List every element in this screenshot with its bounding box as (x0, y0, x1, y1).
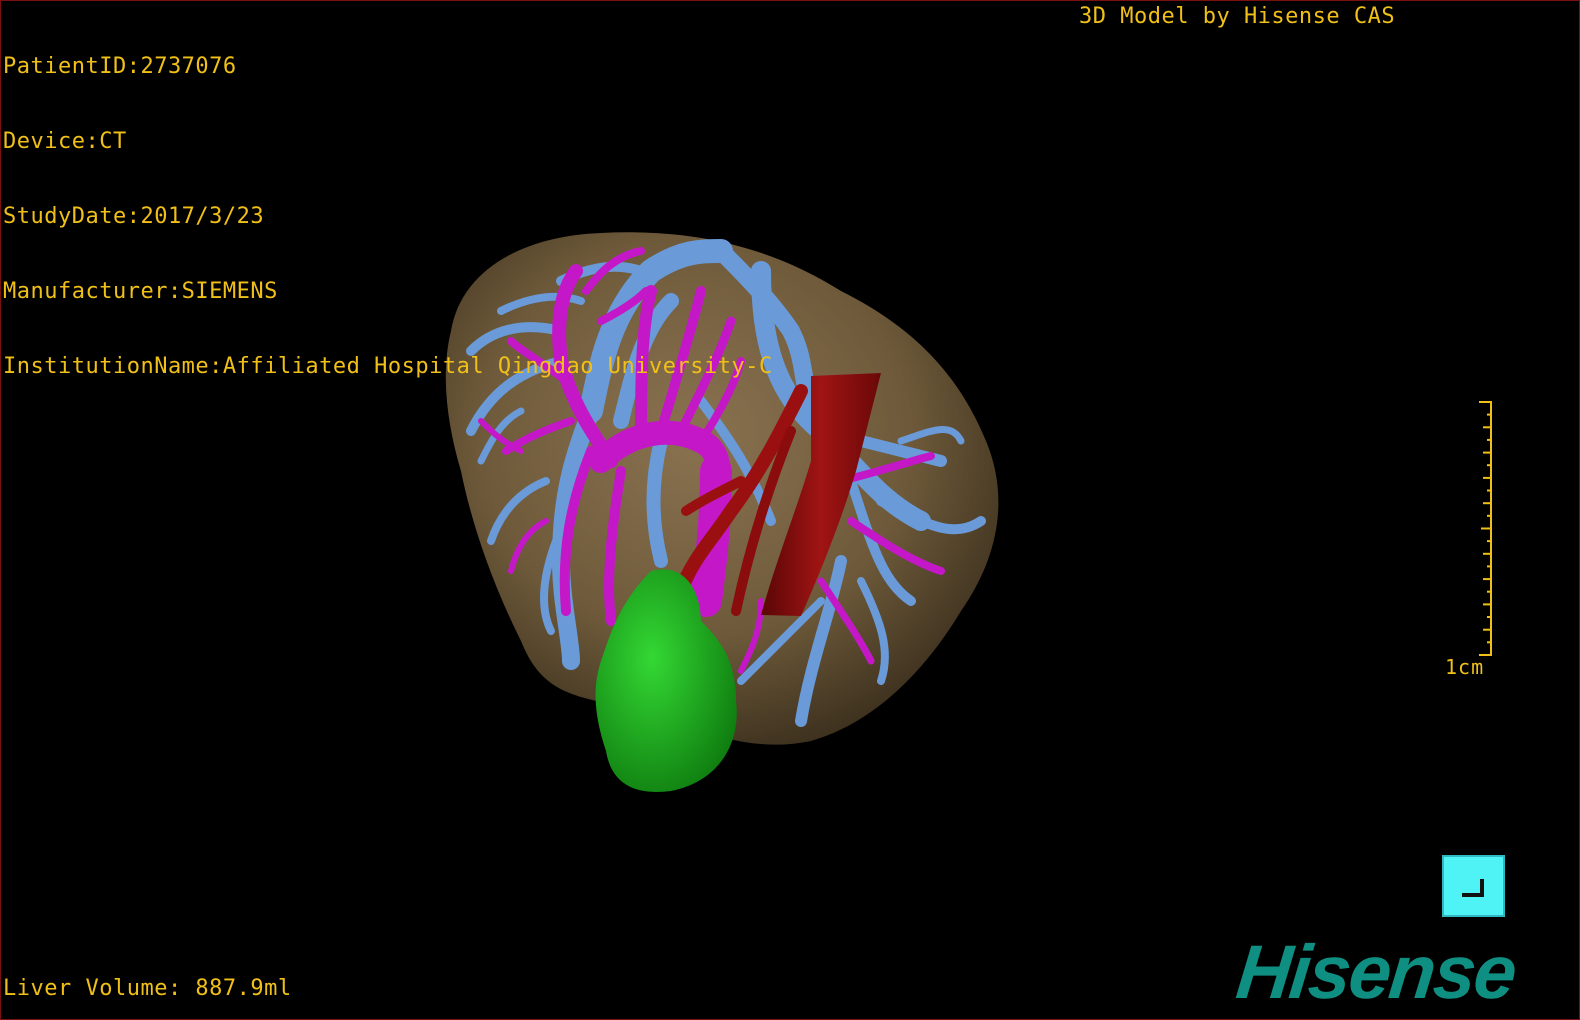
scale-bar (1479, 401, 1492, 656)
corner-bracket-icon (1462, 879, 1484, 897)
manufacturer-text: Manufacturer:SIEMENS (3, 279, 278, 304)
hisense-logo: Hisense (1232, 930, 1520, 1015)
liver-volume-text: Liver Volume: 887.9ml (3, 976, 292, 1001)
scale-label: 1cm (1445, 655, 1485, 679)
3d-viewport[interactable]: PatientID:2737076 Device:CT StudyDate:20… (0, 0, 1580, 1020)
dicom-info-overlay: PatientID:2737076 Device:CT StudyDate:20… (3, 4, 773, 429)
patient-id-text: PatientID:2737076 (3, 54, 237, 79)
device-text: Device:CT (3, 129, 127, 154)
study-date-text: StudyDate:2017/3/23 (3, 204, 265, 229)
vendor-label: 3D Model by Hisense CAS (1079, 4, 1396, 29)
layout-toggle-button[interactable] (1442, 855, 1505, 917)
institution-text: InstitutionName:Affiliated Hospital Qing… (3, 354, 773, 379)
